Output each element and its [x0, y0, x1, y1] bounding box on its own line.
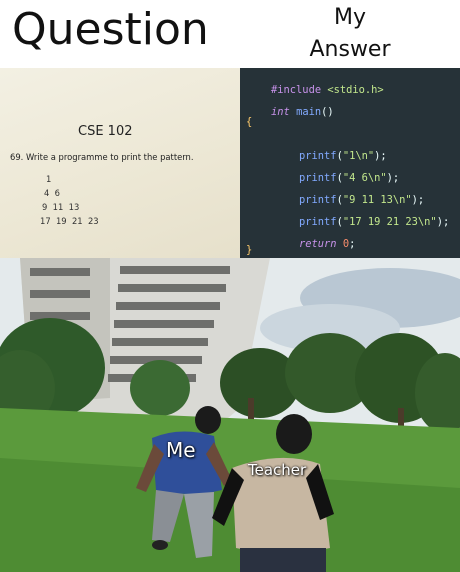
- code-line-main: int main(): [246, 94, 334, 130]
- pattern-row: 4 6: [44, 188, 60, 198]
- pattern-row: 17 19 21 23: [40, 216, 99, 226]
- int-keyword: int: [271, 106, 290, 118]
- exam-paper: CSE 102 69. Write a programme to print t…: [0, 68, 240, 258]
- pattern-row: 1: [46, 174, 52, 184]
- code-line-return: return 0;: [299, 238, 356, 250]
- pattern-row: 9 11 13: [42, 202, 80, 212]
- return-keyword: return: [299, 238, 337, 250]
- question-header: Question: [0, 0, 240, 68]
- main-function: main: [296, 106, 322, 118]
- answer-title: My Answer: [240, 2, 460, 66]
- printf-arg: "17 19 21 23\n": [342, 216, 437, 228]
- main-parens: (): [321, 106, 334, 118]
- include-header: <stdio.h>: [327, 84, 384, 96]
- teacher-label: Teacher: [248, 461, 307, 479]
- question-text: 69. Write a programme to print the patte…: [10, 152, 194, 162]
- photo-scene: [0, 258, 460, 572]
- answer-title-line2: Answer: [309, 37, 391, 62]
- me-label: Me: [166, 438, 196, 462]
- question-title: Question: [12, 4, 209, 55]
- answer-header: My Answer: [240, 0, 460, 68]
- close-brace: }: [246, 244, 253, 256]
- open-brace: {: [246, 116, 253, 128]
- answer-title-line1: My: [333, 5, 366, 30]
- code-editor: #include <stdio.h> int main() { printf("…: [240, 68, 460, 258]
- number-pattern: 1 4 6 9 11 13 17 19 21 23: [40, 174, 99, 230]
- course-code: CSE 102: [78, 124, 133, 139]
- campus-photo: Me Teacher: [0, 258, 460, 572]
